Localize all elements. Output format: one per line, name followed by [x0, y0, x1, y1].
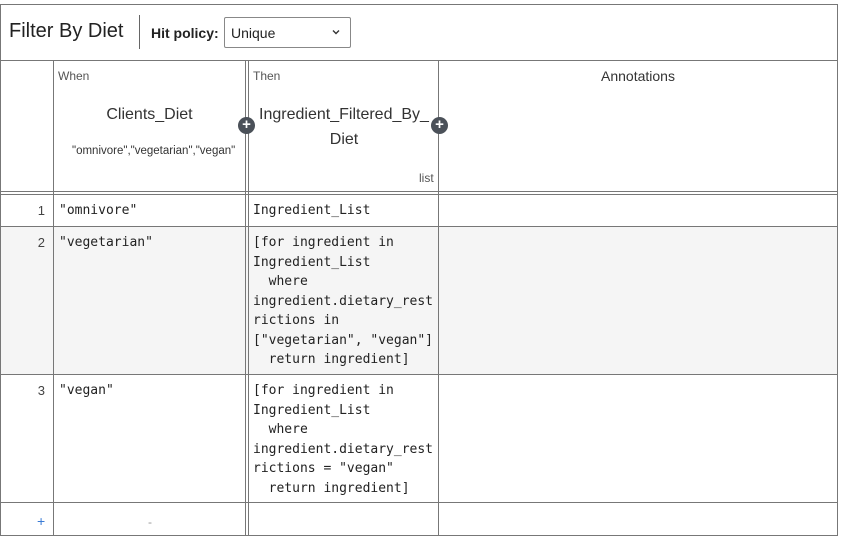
column-divider: [53, 60, 54, 535]
rule-number: 3: [37, 383, 45, 398]
rule-number: 2: [37, 235, 45, 250]
input-allowed-values[interactable]: "omnivore","vegetarian","vegan": [72, 145, 235, 157]
row-divider: [1, 374, 837, 375]
header-bottom-border: [1, 191, 837, 192]
input-column-name[interactable]: Clients_Diet: [54, 102, 245, 127]
when-label: When: [58, 69, 90, 83]
rule-annotation-cell[interactable]: [445, 381, 831, 496]
add-output-column-plus-icon[interactable]: +: [431, 117, 448, 134]
add-rule-button[interactable]: +: [37, 513, 45, 529]
decision-table: Filter By Diet Hit policy: Unique When C…: [0, 4, 838, 536]
decision-table-header: Filter By Diet Hit policy: Unique: [1, 5, 837, 61]
output-type: list: [419, 171, 434, 185]
rule-output-cell[interactable]: [for ingredient in Ingredient_List where…: [253, 233, 433, 370]
hit-policy-value: Unique: [231, 25, 276, 41]
rule-output-cell[interactable]: [for ingredient in Ingredient_List where…: [253, 381, 433, 498]
rule-annotation-cell[interactable]: [445, 233, 831, 368]
rule-annotation-cell[interactable]: [445, 201, 831, 221]
add-input-column-plus-icon[interactable]: +: [238, 117, 255, 134]
rule-output-cell[interactable]: Ingredient_List: [253, 201, 370, 221]
chevron-down-icon: [332, 30, 340, 35]
rule-number: 1: [37, 203, 45, 218]
header-divider: [139, 15, 140, 49]
annotations-header: Annotations: [601, 68, 675, 84]
empty-cell-placeholder: -: [148, 515, 152, 529]
rule-input-cell[interactable]: "omnivore": [59, 201, 137, 221]
hit-policy-label: Hit policy:: [151, 25, 219, 41]
rule-input-cell[interactable]: "vegetarian": [59, 233, 153, 253]
then-label: Then: [253, 69, 281, 83]
output-column-name[interactable]: Ingredient_Filtered_By_Diet: [258, 102, 430, 152]
row-divider: [1, 502, 837, 503]
hit-policy-select[interactable]: Unique: [224, 17, 351, 48]
rule-input-cell[interactable]: "vegan": [59, 381, 114, 401]
row-divider: [1, 226, 837, 227]
table-title[interactable]: Filter By Diet: [9, 20, 123, 43]
header-bottom-border-inner: [1, 194, 837, 195]
